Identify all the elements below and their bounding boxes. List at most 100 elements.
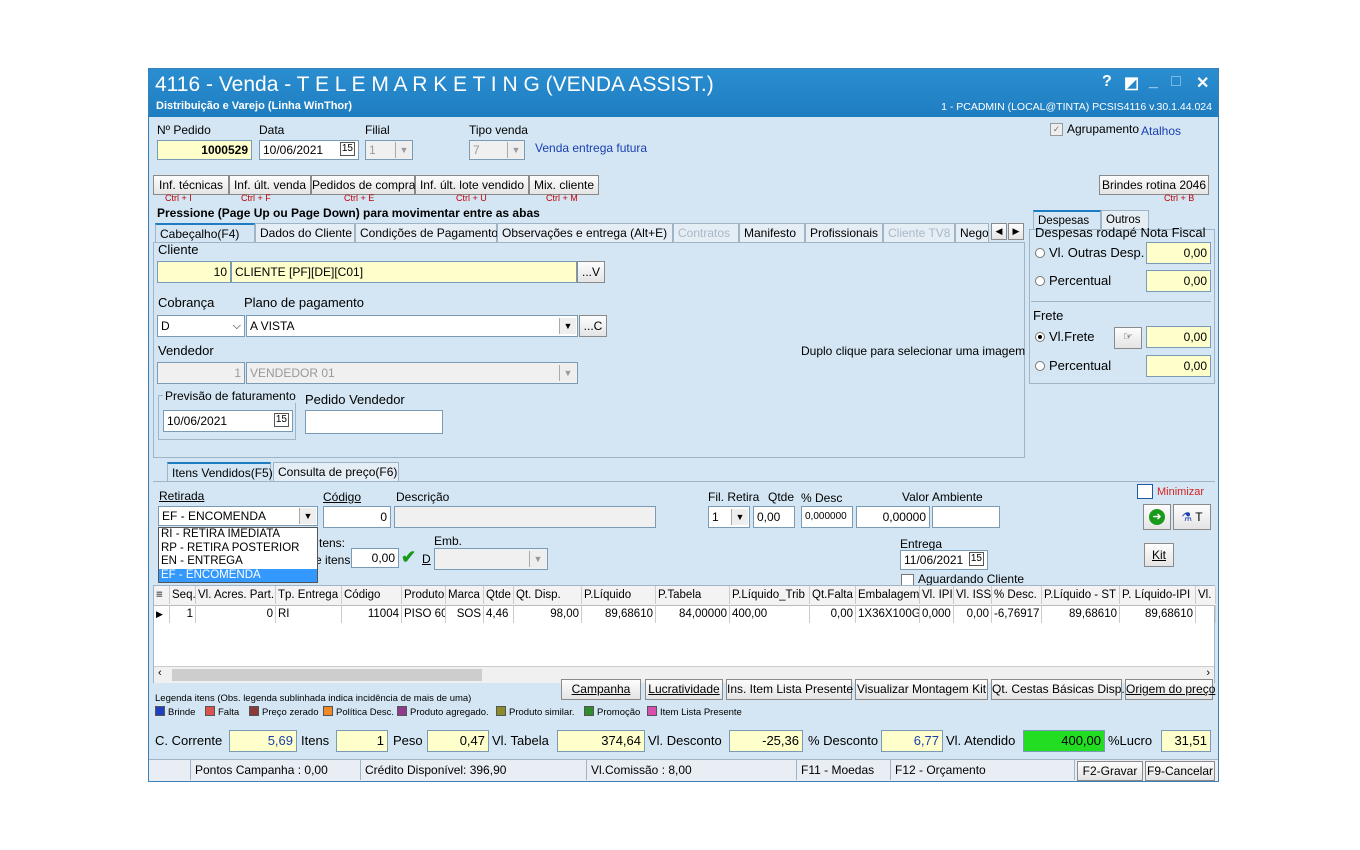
minimizar-link[interactable]: Minimizar [1157, 486, 1204, 498]
calendar-icon[interactable]: 15 [968, 552, 984, 566]
retirada-option-selected[interactable]: EF - ENCOMENDA [159, 568, 317, 582]
emb-select[interactable]: ▼ [434, 548, 548, 570]
campanha-button[interactable]: Campanha [561, 679, 641, 700]
tab-itens-vendidos[interactable]: Itens Vendidos(F5) [167, 462, 273, 481]
pedidos-compra-button[interactable]: Pedidos de compra [311, 175, 415, 195]
scroll-left-icon[interactable]: ‹ [158, 667, 162, 679]
checkmark-icon[interactable]: ✔ [401, 548, 419, 566]
inf-tecnicas-button[interactable]: Inf. técnicas [153, 175, 229, 195]
cliente-code-field[interactable]: 10 [157, 261, 231, 283]
chevron-down-icon[interactable]: ▼ [507, 142, 524, 158]
origem-preco-button[interactable]: Origem do preço [1125, 679, 1215, 700]
itens-field[interactable]: 0,00 [351, 548, 399, 568]
chevron-down-icon[interactable]: ▼ [395, 142, 412, 158]
flask-button[interactable]: ⚗ T [1173, 504, 1211, 530]
vendedor-select[interactable]: VENDEDOR 01 ▼ [246, 362, 578, 384]
column-header[interactable]: Qtde [484, 586, 514, 604]
chevron-down-icon[interactable]: ▼ [559, 365, 576, 381]
restore-icon[interactable]: ◩ [1124, 73, 1139, 93]
qtde-field[interactable]: 0,00 [753, 506, 795, 528]
pedido-number[interactable]: 1000529 [157, 140, 252, 160]
cestas-basicas-button[interactable]: Qt. Cestas Básicas Disp. [991, 679, 1125, 700]
ins-item-lista-button[interactable]: Ins. Item Lista Presente [726, 679, 853, 700]
brindes-button[interactable]: Brindes rotina 2046 [1099, 175, 1209, 195]
tab-scroll-right-icon[interactable]: ▶ [1008, 223, 1024, 240]
column-header[interactable]: % Desc. [992, 586, 1042, 604]
chevron-down-icon[interactable]: ⌵ [233, 316, 241, 336]
minimize-icon[interactable]: _ [1149, 73, 1158, 91]
retirada-option[interactable]: EN - ENTREGA [159, 555, 317, 569]
column-header[interactable]: Vl. [1196, 586, 1216, 604]
plano-select[interactable]: A VISTA ▼ [246, 315, 578, 337]
column-header[interactable]: Qt.Falta [810, 586, 856, 604]
vl-frete-radio[interactable] [1035, 332, 1045, 342]
column-header[interactable]: Qt. Disp. [514, 586, 582, 604]
column-header[interactable]: Seq. [170, 586, 196, 604]
gravar-button[interactable]: F2-Gravar [1077, 761, 1143, 781]
chevron-down-icon[interactable]: ▼ [299, 508, 316, 524]
valor-field[interactable]: 0,00000 [856, 506, 930, 528]
retirada-select[interactable]: EF - ENCOMENDA ▼ [158, 506, 318, 526]
scrollbar-thumb[interactable] [172, 669, 482, 681]
tab-dados-cliente[interactable]: Dados do Cliente [255, 223, 355, 242]
ambiente-field[interactable] [932, 506, 1000, 528]
lucratividade-button[interactable]: Lucratividade [645, 679, 723, 700]
percentual-field[interactable]: 0,00 [1146, 270, 1211, 292]
calendar-icon[interactable]: 15 [273, 413, 289, 427]
pointing-hand-icon[interactable]: ☞ [1114, 327, 1142, 349]
tab-profissionais[interactable]: Profissionais [805, 223, 883, 242]
f11-moedas[interactable]: F11 - Moedas [797, 760, 891, 780]
vl-frete-field[interactable]: 0,00 [1146, 326, 1211, 348]
tab-cliente-tv8[interactable]: Cliente TV8 [883, 223, 955, 242]
column-header[interactable]: P.Líquido [582, 586, 656, 604]
tab-scroll-left-icon[interactable]: ◀ [991, 223, 1007, 240]
tab-cabecalho[interactable]: Cabeçalho(F4) [155, 223, 255, 242]
inf-ult-venda-button[interactable]: Inf. últ. venda [229, 175, 311, 195]
cliente-name-field[interactable]: CLIENTE [PF][DE][C01] [231, 261, 577, 283]
maximize-icon[interactable]: □ [1171, 73, 1181, 91]
inf-ult-lote-button[interactable]: Inf. últ. lote vendido [415, 175, 529, 195]
retirada-option[interactable]: RI - RETIRA IMEDIATA [159, 528, 317, 542]
percentual-radio[interactable] [1035, 276, 1045, 286]
mix-cliente-button[interactable]: Mix. cliente [529, 175, 599, 195]
pedido-vendedor-field[interactable] [305, 410, 443, 434]
entrega-field[interactable]: 11/06/2021 15 [900, 550, 988, 570]
column-header[interactable]: Embalagem [856, 586, 920, 604]
calendar-icon[interactable]: 15 [339, 142, 355, 156]
chevron-down-icon[interactable]: ▼ [529, 551, 546, 567]
column-header[interactable]: P. Líquido-IPI [1120, 586, 1196, 604]
help-icon[interactable]: ? [1102, 73, 1112, 91]
f12-orcamento[interactable]: F12 - Orçamento [891, 760, 1075, 780]
tipo-venda-select[interactable]: 7 ▼ [469, 140, 525, 160]
fil-retira-select[interactable]: 1 ▼ [708, 506, 750, 528]
cliente-search-button[interactable]: ...V [577, 261, 605, 283]
atalhos-link[interactable]: Atalhos [1141, 124, 1181, 138]
visualizar-kit-button[interactable]: Visualizar Montagem Kit [855, 679, 988, 700]
frete-percentual-radio[interactable] [1035, 361, 1045, 371]
column-header[interactable]: Produto [402, 586, 446, 604]
chevron-down-icon[interactable]: ▼ [731, 509, 748, 525]
column-header[interactable]: P.Líquido - ST [1042, 586, 1120, 604]
column-header[interactable]: P.Líquido_Trib [730, 586, 810, 604]
plano-search-button[interactable]: ...C [579, 315, 607, 337]
column-header[interactable]: Vl. Acres. Part. [196, 586, 276, 604]
agrupamento-checkbox[interactable]: ✓ [1050, 123, 1063, 136]
tab-manifesto[interactable]: Manifesto [739, 223, 805, 242]
vendedor-code-field[interactable]: 1 [157, 362, 245, 384]
scroll-right-icon[interactable]: › [1206, 667, 1210, 679]
filial-select[interactable]: 1 ▼ [365, 140, 413, 160]
tab-negociacao[interactable]: Nego [955, 223, 989, 242]
tab-contratos[interactable]: Contratos [673, 223, 739, 242]
desc-field[interactable]: 0,000000 [801, 506, 853, 528]
kit-button[interactable]: Kit [1144, 543, 1174, 567]
frete-percentual-field[interactable]: 0,00 [1146, 355, 1211, 377]
column-header[interactable]: Vl. IPI [920, 586, 954, 604]
codigo-field[interactable]: 0 [323, 506, 391, 528]
tab-condicoes-pagamento[interactable]: Condições de Pagamento [355, 223, 498, 242]
column-header[interactable]: P.Tabela [656, 586, 730, 604]
retirada-option[interactable]: RP - RETIRA POSTERIOR [159, 542, 317, 556]
previsao-field[interactable]: 10/06/2021 15 [163, 410, 293, 432]
data-field[interactable]: 10/06/2021 15 [259, 140, 359, 160]
vl-outras-radio[interactable] [1035, 248, 1045, 258]
column-header[interactable]: Marca [446, 586, 484, 604]
